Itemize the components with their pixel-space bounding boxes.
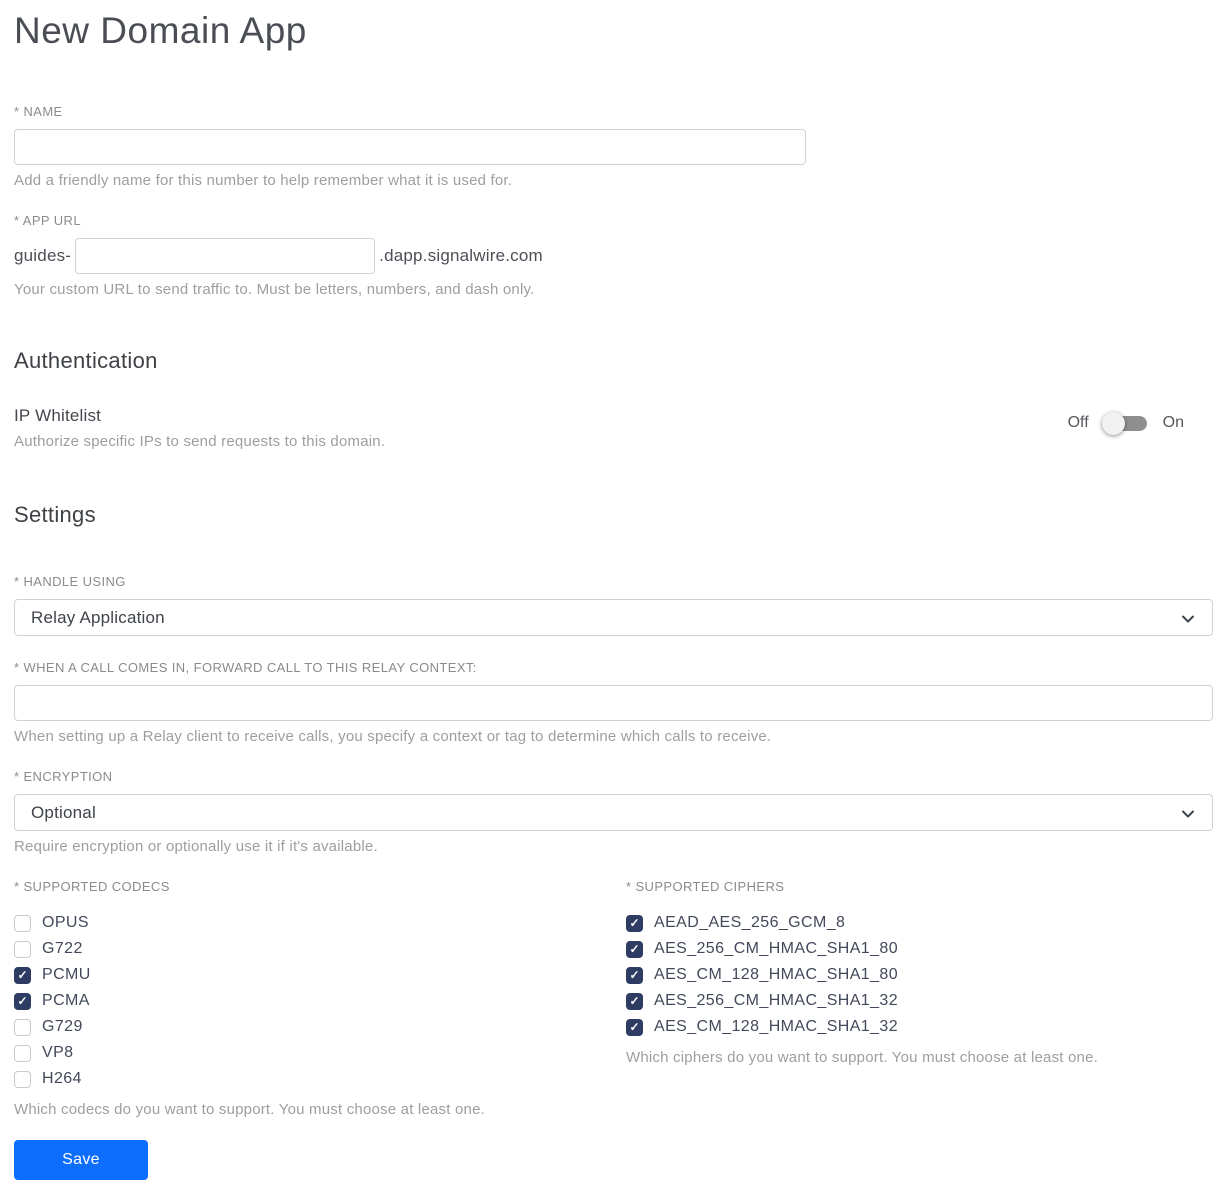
- authentication-section: Authentication IP Whitelist Authorize sp…: [14, 348, 1212, 450]
- cipher-checkbox-item[interactable]: AES_256_CM_HMAC_SHA1_32: [626, 988, 1212, 1014]
- relay-context-input[interactable]: [14, 685, 1213, 721]
- cipher-label: AES_CM_128_HMAC_SHA1_80: [654, 966, 898, 983]
- encryption-group: * ENCRYPTION Optional Require encryption…: [14, 769, 1213, 855]
- supported-ciphers-label: * SUPPORTED CIPHERS: [626, 879, 785, 894]
- codecs-helper: Which codecs do you want to support. You…: [14, 1101, 485, 1118]
- codec-checkbox-item[interactable]: OPUS: [14, 910, 626, 936]
- codec-label: H264: [42, 1070, 82, 1087]
- checkbox-icon[interactable]: [14, 992, 31, 1010]
- relay-context-helper: When setting up a Relay client to receiv…: [14, 728, 772, 745]
- ip-whitelist-row: IP Whitelist Authorize specific IPs to s…: [14, 406, 1212, 450]
- page-title: New Domain App: [14, 10, 307, 51]
- name-helper: Add a friendly name for this number to h…: [14, 172, 513, 189]
- checkbox-icon[interactable]: [626, 992, 643, 1010]
- ip-whitelist-description: Authorize specific IPs to send requests …: [14, 433, 386, 450]
- codec-checkbox-item[interactable]: PCMU: [14, 962, 626, 988]
- ciphers-helper: Which ciphers do you want to support. Yo…: [626, 1049, 1099, 1066]
- checkbox-icon[interactable]: [14, 1044, 31, 1062]
- settings-heading: Settings: [14, 502, 96, 527]
- checkbox-icon[interactable]: [626, 966, 643, 984]
- codec-label: OPUS: [42, 914, 89, 931]
- handle-using-group: * HANDLE USING Relay Application: [14, 574, 1213, 636]
- codec-label: G722: [42, 940, 83, 957]
- toggle-knob[interactable]: [1101, 411, 1125, 435]
- name-field-group: * NAME Add a friendly name for this numb…: [14, 104, 1212, 189]
- checkbox-icon[interactable]: [14, 1018, 31, 1036]
- settings-section: Settings * HANDLE USING Relay Applicatio…: [14, 502, 1213, 1180]
- encryption-value: Optional: [31, 802, 96, 822]
- ip-whitelist-toggle-group: Off On: [1067, 411, 1184, 435]
- encryption-select[interactable]: Optional: [14, 794, 1213, 831]
- chevron-down-icon: [1182, 615, 1194, 623]
- supported-ciphers-group: * SUPPORTED CIPHERS AEAD_AES_256_GCM_8 A…: [626, 879, 1212, 1118]
- codecs-list: OPUS G722 PCMU: [14, 910, 626, 1092]
- codec-checkbox-item[interactable]: PCMA: [14, 988, 626, 1014]
- ip-whitelist-text: IP Whitelist Authorize specific IPs to s…: [14, 406, 385, 450]
- name-input[interactable]: [14, 129, 806, 165]
- supported-codecs-group: * SUPPORTED CODECS OPUS G722 ✓ PCMU ✓ PC…: [14, 879, 626, 1118]
- app-url-helper: Your custom URL to send traffic to. Must…: [14, 281, 535, 298]
- cipher-checkbox-item[interactable]: AES_CM_128_HMAC_SHA1_32: [626, 1014, 1212, 1040]
- codec-label: PCMA: [42, 992, 90, 1009]
- cipher-label: AES_256_CM_HMAC_SHA1_80: [654, 940, 898, 957]
- app-url-row: guides- .dapp.signalwire.com: [14, 238, 1212, 274]
- handle-using-label: * HANDLE USING: [14, 574, 126, 589]
- codec-checkbox-item[interactable]: G729: [14, 1014, 626, 1040]
- codec-label: G729: [42, 1018, 83, 1035]
- encryption-label: * ENCRYPTION: [14, 769, 113, 784]
- ip-whitelist-toggle[interactable]: [1101, 411, 1147, 435]
- handle-using-select[interactable]: Relay Application: [14, 599, 1213, 636]
- cipher-checkbox-item[interactable]: AES_256_CM_HMAC_SHA1_80: [626, 936, 1212, 962]
- toggle-off-label: Off: [1067, 414, 1089, 431]
- chevron-down-icon: [1182, 810, 1194, 818]
- checkbox-icon[interactable]: [14, 914, 31, 932]
- codec-checkbox-item[interactable]: H264: [14, 1066, 626, 1092]
- checkbox-icon[interactable]: [626, 1018, 643, 1036]
- app-url-input[interactable]: [75, 238, 376, 274]
- relay-context-label: * WHEN A CALL COMES IN, FORWARD CALL TO …: [14, 660, 477, 675]
- cipher-label: AES_CM_128_HMAC_SHA1_32: [654, 1018, 898, 1035]
- cipher-label: AES_256_CM_HMAC_SHA1_32: [654, 992, 898, 1009]
- app-url-field-group: * APP URL guides- .dapp.signalwire.com Y…: [14, 213, 1212, 298]
- authentication-heading: Authentication: [14, 348, 158, 373]
- name-label: * NAME: [14, 104, 63, 119]
- ciphers-list: AEAD_AES_256_GCM_8 AES_256_CM_HMAC_SHA1_…: [626, 910, 1212, 1040]
- codec-checkbox-item[interactable]: G722: [14, 936, 626, 962]
- codec-checkbox-item[interactable]: VP8: [14, 1040, 626, 1066]
- app-url-prefix: guides-: [14, 246, 72, 265]
- codec-label: VP8: [42, 1044, 74, 1061]
- checkbox-icon[interactable]: [626, 914, 643, 932]
- relay-context-group: * WHEN A CALL COMES IN, FORWARD CALL TO …: [14, 660, 1213, 745]
- encryption-helper: Require encryption or optionally use it …: [14, 838, 378, 855]
- toggle-on-label: On: [1162, 414, 1184, 431]
- checkbox-icon[interactable]: [626, 940, 643, 958]
- codec-cipher-columns: * SUPPORTED CODECS OPUS G722 ✓ PCMU ✓ PC…: [14, 879, 1212, 1118]
- checkbox-icon[interactable]: [14, 966, 31, 984]
- cipher-checkbox-item[interactable]: AEAD_AES_256_GCM_8: [626, 910, 1212, 936]
- checkbox-icon[interactable]: [14, 940, 31, 958]
- cipher-label: AEAD_AES_256_GCM_8: [654, 914, 846, 931]
- codec-label: PCMU: [42, 966, 91, 983]
- checkbox-icon[interactable]: [14, 1070, 31, 1088]
- cipher-checkbox-item[interactable]: AES_CM_128_HMAC_SHA1_80: [626, 962, 1212, 988]
- supported-codecs-label: * SUPPORTED CODECS: [14, 879, 170, 894]
- app-url-label: * APP URL: [14, 213, 81, 228]
- app-url-suffix: .dapp.signalwire.com: [379, 246, 543, 265]
- ip-whitelist-label: IP Whitelist: [14, 406, 102, 425]
- save-button[interactable]: Save: [14, 1140, 148, 1180]
- handle-using-value: Relay Application: [31, 607, 165, 627]
